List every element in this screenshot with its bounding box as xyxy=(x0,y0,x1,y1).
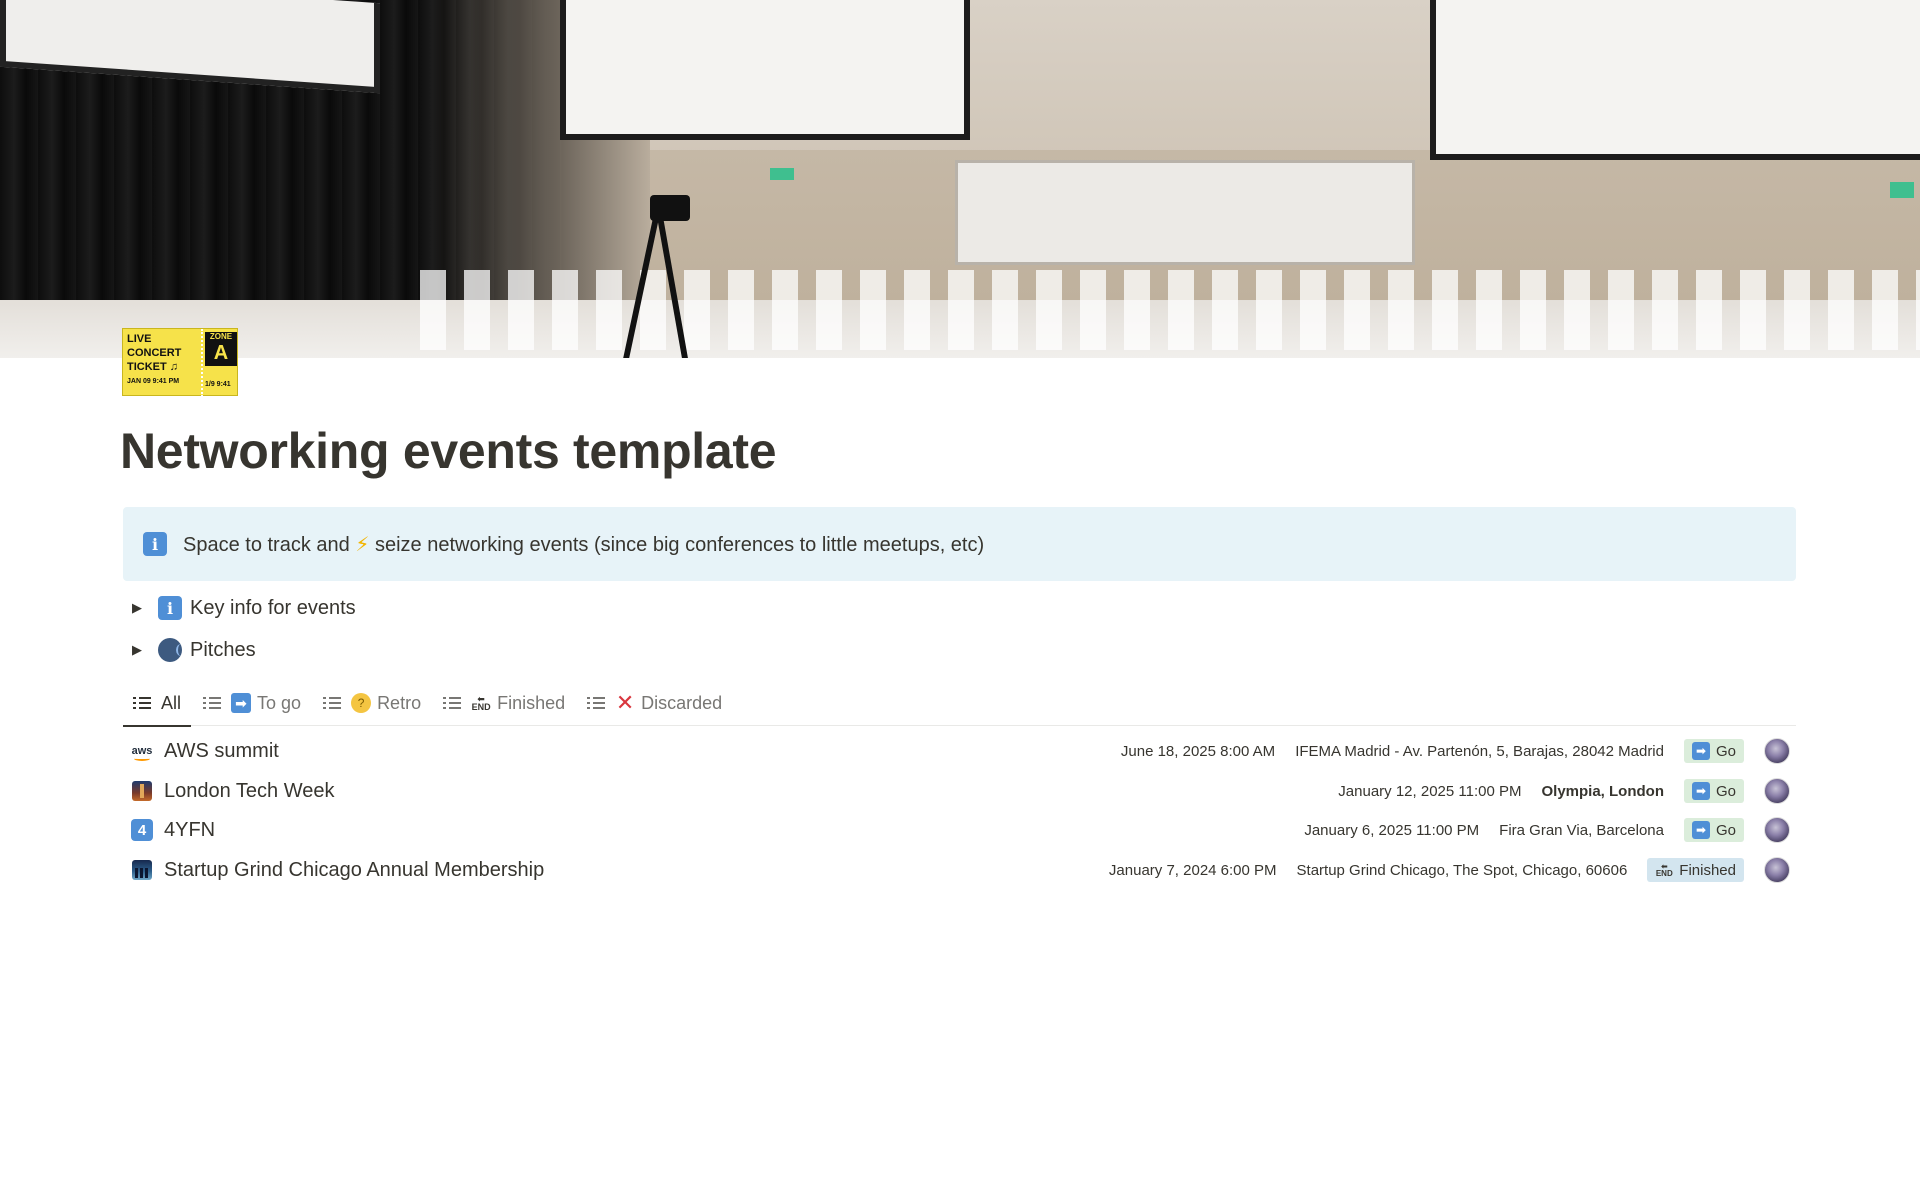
event-properties: January 7, 2024 6:00 PM Startup Grind Ch… xyxy=(1109,850,1796,890)
tab-discarded[interactable]: ✕ Discarded xyxy=(577,680,732,726)
database-view-tabs: All ➡ To go ? Retro ⬅ END Finished ✕ Disc… xyxy=(123,680,1796,727)
ticket-line-3: TICKET ♫ xyxy=(127,361,179,373)
avatar[interactable] xyxy=(1764,778,1790,804)
event-title[interactable]: AWS summit xyxy=(164,740,279,763)
tab-label: All xyxy=(161,692,182,713)
avatar[interactable] xyxy=(1764,817,1790,843)
event-date: January 12, 2025 11:00 PM xyxy=(1338,782,1522,800)
event-location: Fira Gran Via, Barcelona xyxy=(1499,821,1664,839)
live-concert-ticket-icon[interactable]: LIVE CONCERT TICKET ♫ JAN 09 9:41 PM ZON… xyxy=(122,328,238,397)
status-label: Go xyxy=(1715,821,1736,839)
information-icon: i xyxy=(143,532,167,556)
list-item[interactable]: aws AWS summit June 18, 2025 8:00 AM IFE… xyxy=(123,731,1796,771)
tab-label: Retro xyxy=(377,692,422,713)
london-bridge-image xyxy=(132,781,152,801)
list-icon xyxy=(133,696,151,710)
keycap-four-glyph: 4 xyxy=(131,819,153,841)
status-badge[interactable]: ➡ Go xyxy=(1683,818,1744,842)
event-location: Olympia, London xyxy=(1541,782,1664,800)
cover-screen-center xyxy=(560,0,970,140)
callout-text-end: seize networking events (since big confe… xyxy=(374,533,985,556)
cover-screen-back xyxy=(955,160,1415,265)
list-item[interactable]: London Tech Week January 12, 2025 11:00 … xyxy=(123,771,1796,811)
cover-screen-right xyxy=(1430,0,1920,160)
cover-exit-sign-right xyxy=(1890,182,1914,198)
cross-mark-icon: ✕ xyxy=(615,690,635,715)
cover-exit-sign xyxy=(770,168,794,180)
ticket-line-2: CONCERT xyxy=(127,347,182,359)
list-icon xyxy=(587,696,606,710)
thinking-face-icon: ? xyxy=(351,693,372,713)
list-item[interactable]: Startup Grind Chicago Annual Membership … xyxy=(123,850,1796,890)
status-badge[interactable]: ➡ Go xyxy=(1683,779,1744,803)
toggle-pitches[interactable]: ▶ Pitches xyxy=(132,636,256,664)
ticket-zone: ZONE A xyxy=(205,332,237,366)
tab-retro[interactable]: ? Retro xyxy=(313,680,431,726)
event-date: January 7, 2024 6:00 PM xyxy=(1108,861,1277,879)
end-arrow-icon: ⬅ END xyxy=(471,693,491,713)
right-arrow-icon: ➡ xyxy=(231,693,252,713)
tab-label: Finished xyxy=(497,692,566,713)
event-title[interactable]: Startup Grind Chicago Annual Membership xyxy=(164,859,544,882)
callout-text-start: Space to track and xyxy=(183,533,350,556)
list-item[interactable]: 4 4YFN January 6, 2025 11:00 PM Fira Gra… xyxy=(123,810,1796,850)
london-bridge-icon xyxy=(129,780,155,802)
city-skyline-image xyxy=(132,860,152,880)
tab-finished[interactable]: ⬅ END Finished xyxy=(433,680,575,726)
event-date: June 18, 2025 8:00 AM xyxy=(1120,742,1276,760)
right-arrow-icon: ➡ xyxy=(1691,742,1710,760)
end-arrow-text: END xyxy=(1655,869,1673,878)
speaking-head-icon xyxy=(158,638,182,662)
list-icon xyxy=(203,696,222,710)
tab-label: Discarded xyxy=(641,692,723,713)
tab-all[interactable]: All xyxy=(123,680,192,727)
right-arrow-icon: ➡ xyxy=(1691,821,1710,839)
event-title[interactable]: London Tech Week xyxy=(164,780,335,803)
status-label: Go xyxy=(1715,782,1736,800)
information-icon: i xyxy=(158,596,182,620)
ticket-datetime: JAN 09 9:41 PM xyxy=(127,378,180,385)
callout[interactable]: i Space to track and ⚡ seize networking … xyxy=(123,507,1796,581)
ticket-zone-label: ZONE xyxy=(209,332,233,341)
tab-to-go[interactable]: ➡ To go xyxy=(193,680,311,726)
keycap-four-icon: 4 xyxy=(129,819,155,841)
aws-logo-icon: aws xyxy=(129,740,155,762)
right-arrow-icon: ➡ xyxy=(1691,782,1710,800)
avatar[interactable] xyxy=(1764,857,1790,883)
ticket-zone-value: A xyxy=(213,342,229,364)
event-location: IFEMA Madrid - Av. Partenón, 5, Barajas,… xyxy=(1295,742,1664,760)
event-properties: June 18, 2025 8:00 AM IFEMA Madrid - Av.… xyxy=(1121,731,1796,771)
ticket-line-1: LIVE xyxy=(127,333,152,345)
event-location: Startup Grind Chicago, The Spot, Chicago… xyxy=(1296,861,1628,879)
ticket-perforation xyxy=(201,329,203,397)
event-date: January 6, 2025 11:00 PM xyxy=(1304,821,1480,839)
ticket-zone-datetime: 1/9 9:41 xyxy=(205,381,231,388)
status-badge[interactable]: ⬅ END Finished xyxy=(1647,858,1744,882)
end-arrow-icon: ⬅ END xyxy=(1655,861,1673,879)
avatar[interactable] xyxy=(1764,738,1790,764)
end-arrow-text: END xyxy=(471,702,491,712)
event-title[interactable]: 4YFN xyxy=(164,819,215,842)
city-skyline-icon xyxy=(129,859,155,881)
cover-image xyxy=(0,0,1920,358)
toggle-label: Key info for events xyxy=(190,596,356,619)
status-label: Go xyxy=(1715,742,1736,760)
tab-label: To go xyxy=(257,692,302,713)
status-badge[interactable]: ➡ Go xyxy=(1683,739,1744,763)
event-properties: January 6, 2025 11:00 PM Fira Gran Via, … xyxy=(1304,810,1796,850)
list-icon xyxy=(443,696,462,710)
toggle-key-info[interactable]: ▶ i Key info for events xyxy=(132,594,356,622)
cover-camera xyxy=(650,195,690,221)
toggle-triangle-icon[interactable]: ▶ xyxy=(132,600,146,616)
toggle-label: Pitches xyxy=(190,638,256,661)
toggle-triangle-icon[interactable]: ▶ xyxy=(132,642,146,658)
list-icon xyxy=(323,696,342,710)
status-label: Finished xyxy=(1679,861,1736,879)
callout-text: Space to track and ⚡ seize networking ev… xyxy=(183,532,984,557)
event-properties: January 12, 2025 11:00 PM Olympia, Londo… xyxy=(1338,771,1796,811)
aws-logo-text: aws xyxy=(131,745,153,761)
page-title[interactable]: Networking events template xyxy=(120,422,777,480)
ticket-text: LIVE CONCERT TICKET ♫ JAN 09 9:41 PM xyxy=(127,332,201,387)
lightning-icon: ⚡ xyxy=(355,533,370,556)
